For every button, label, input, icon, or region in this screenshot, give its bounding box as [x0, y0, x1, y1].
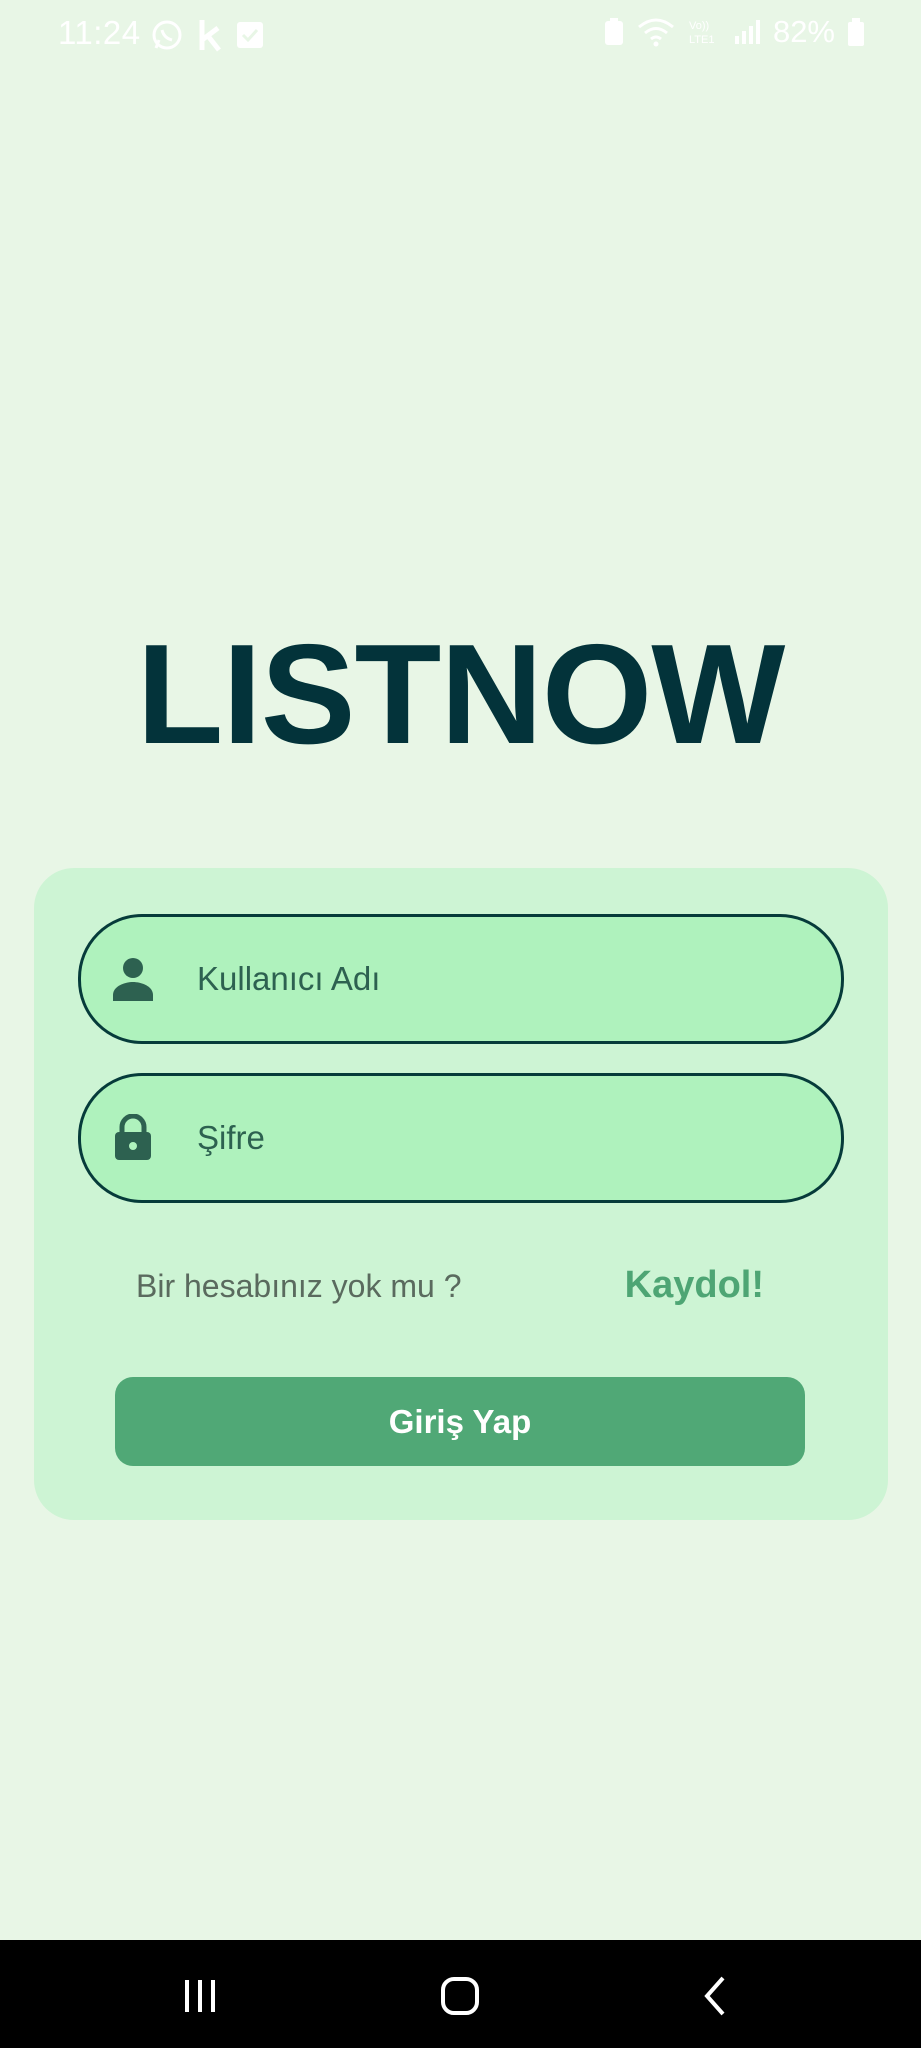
app-logo: LISTNOW — [136, 615, 786, 774]
signup-link[interactable]: Kaydol! — [625, 1264, 764, 1307]
lock-icon — [115, 1114, 151, 1160]
signup-row: Bir hesabınız yok mu ? Kaydol! — [34, 1258, 888, 1318]
login-button[interactable]: Giriş Yap — [115, 1377, 805, 1466]
svg-text:Vo)): Vo)) — [689, 20, 709, 32]
check-box-icon — [237, 22, 263, 48]
battery-percent: 82% — [772, 14, 835, 49]
system-nav-bar — [0, 1940, 921, 2048]
password-field[interactable]: Şifre — [78, 1073, 844, 1203]
login-card: Kullanıcı Adı Şifre Bir hesabınız yok mu… — [34, 868, 888, 1520]
recent-apps-icon[interactable] — [170, 1968, 230, 2024]
whatsapp-icon — [152, 20, 182, 50]
home-icon[interactable] — [430, 1968, 490, 2024]
username-placeholder: Kullanıcı Adı — [197, 960, 381, 997]
system-icons: Vo)) LTE1 82% — [603, 14, 865, 50]
battery-icon — [848, 18, 864, 46]
k-app-icon — [199, 20, 221, 52]
person-icon — [113, 958, 153, 1001]
status-bar: 11:24 Vo)) LTE1 82% — [0, 0, 921, 70]
volte-icon: Vo)) LTE1 — [689, 20, 714, 46]
notification-icons — [150, 18, 264, 52]
battery-saver-icon — [604, 18, 623, 45]
signup-prompt: Bir hesabınız yok mu ? — [136, 1268, 462, 1304]
back-icon[interactable] — [685, 1968, 745, 2024]
status-time: 11:24 — [58, 14, 141, 51]
password-placeholder: Şifre — [197, 1119, 265, 1156]
signal-icon — [734, 20, 760, 44]
wifi-icon — [638, 18, 674, 47]
svg-text:LTE1: LTE1 — [689, 34, 714, 46]
username-field[interactable]: Kullanıcı Adı — [78, 914, 844, 1044]
